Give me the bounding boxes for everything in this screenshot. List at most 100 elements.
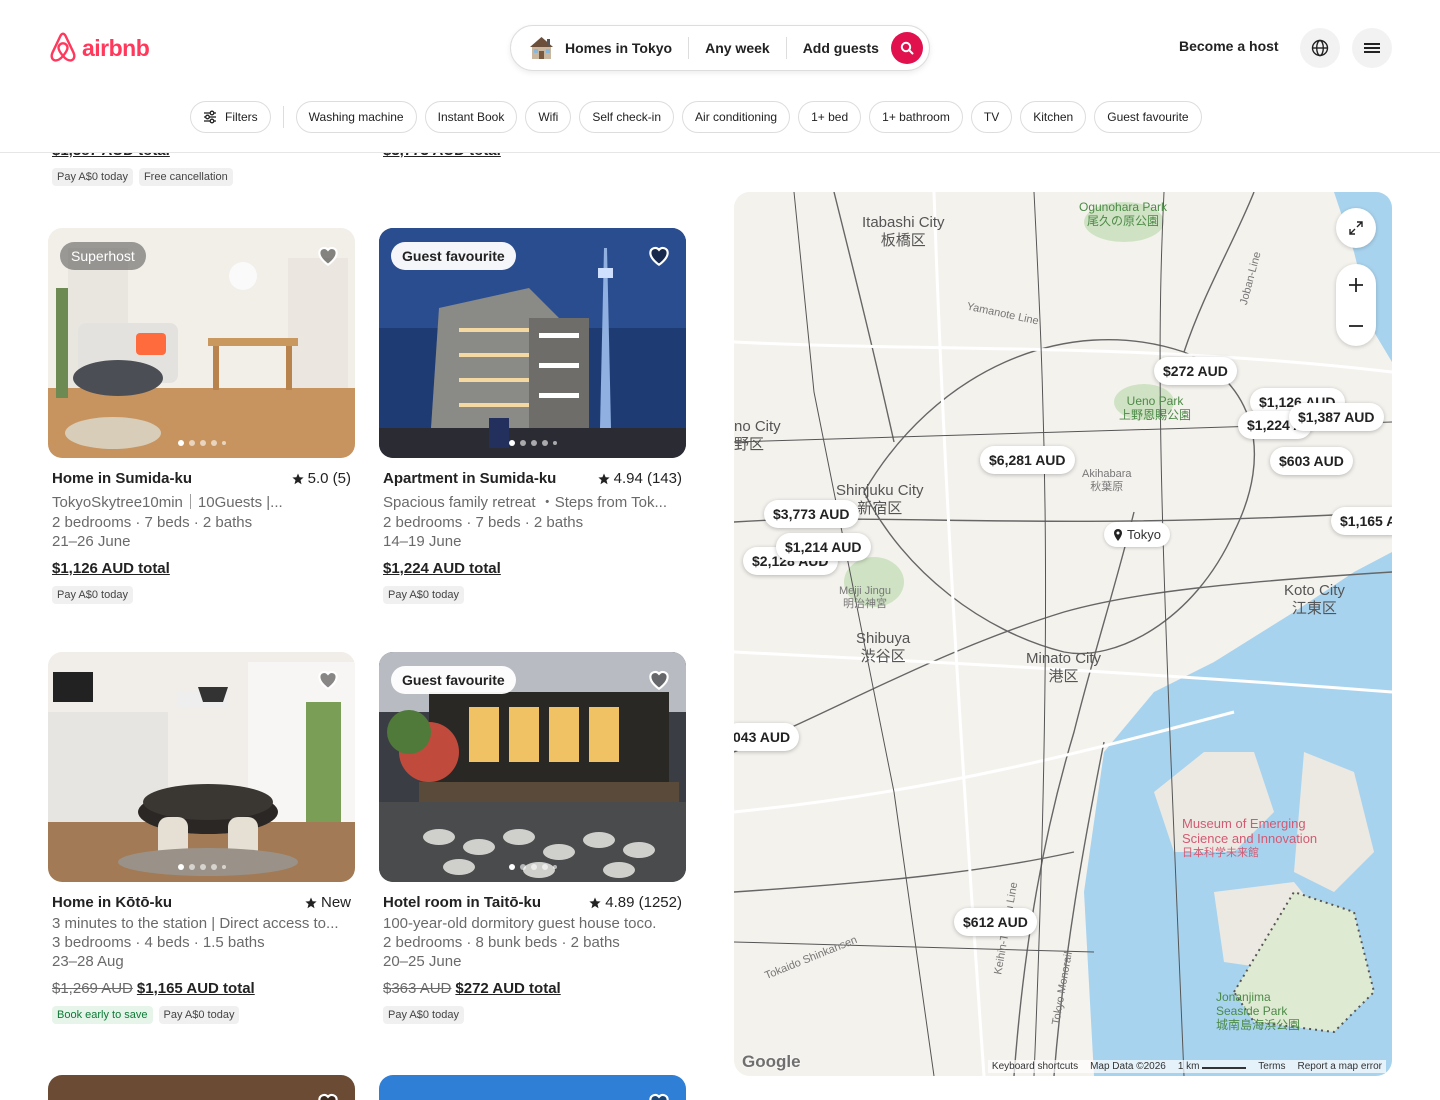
heart-icon[interactable]: [646, 1089, 672, 1100]
airbnb-logo[interactable]: airbnb: [48, 32, 150, 64]
fullscreen-button[interactable]: [1336, 208, 1376, 248]
expand-icon: [1349, 221, 1363, 235]
map-price-pin[interactable]: $3,773 AUD: [764, 500, 859, 528]
total-price[interactable]: $1,126 AUD total: [52, 560, 170, 577]
heart-icon[interactable]: [315, 1089, 341, 1100]
listing-rooms: 2 bedrooms · 8 bunk beds · 2 baths: [383, 934, 620, 951]
search-icon: [900, 41, 914, 55]
heart-icon[interactable]: [315, 242, 341, 268]
carousel-dots[interactable]: [508, 864, 557, 870]
tokyo-label: Tokyo: [1127, 527, 1161, 542]
filter-chip-tv[interactable]: TV: [970, 101, 1013, 133]
filter-chip-air-conditioning[interactable]: Air conditioning: [682, 101, 791, 133]
listing-photo[interactable]: Guest favourite: [379, 228, 686, 458]
map-label: Itabashi City 板橋区: [862, 214, 945, 249]
book-early-badge: Book early to save: [52, 1006, 153, 1024]
map[interactable]: Itabashi City 板橋区 Ogunohara Park 尾久の原公園 no…: [734, 192, 1392, 1076]
map-price-pin[interactable]: $1,214 AUD: [776, 533, 871, 561]
listing-dates: 20–25 June: [383, 953, 462, 970]
map-label: Museum of Emerging Science and Innovatio…: [1182, 816, 1318, 859]
heart-icon[interactable]: [315, 666, 341, 692]
carousel-dots[interactable]: [177, 864, 226, 870]
listing-photo[interactable]: Superhost: [48, 228, 355, 458]
map-label: Ueno Park 上野恩賜公園: [1119, 394, 1192, 422]
google-logo: Google: [742, 1052, 801, 1071]
listing-description: Spacious family retreat ・Steps from Tok.…: [383, 494, 667, 511]
filter-chip-washing-machine[interactable]: Washing machine: [295, 101, 417, 133]
language-button[interactable]: [1300, 28, 1340, 68]
heart-icon[interactable]: [646, 242, 672, 268]
total-price[interactable]: $1,224 AUD total: [383, 560, 501, 577]
search-bar[interactable]: Homes in Tokyo Any week Add guests: [510, 25, 930, 71]
map-price-pin[interactable]: 043 AUD: [734, 723, 800, 751]
zoom-in-button[interactable]: [1336, 264, 1376, 305]
listing-card[interactable]: Superhost Home in Sumida-ku 5.0 (5) Toky…: [48, 228, 355, 604]
map-footer: Keyboard shortcuts Map Data ©2026 1 km T…: [987, 1060, 1386, 1073]
star-icon: [305, 897, 317, 908]
filter-chip-bed[interactable]: 1+ bed: [798, 101, 862, 133]
map-price-pin[interactable]: $612 AUD: [954, 908, 1037, 936]
filter-chip-instant-book[interactable]: Instant Book: [424, 101, 518, 133]
carousel-dots[interactable]: [508, 440, 557, 446]
filter-chip-self-check-in[interactable]: Self check-in: [579, 101, 675, 133]
map-price-pin[interactable]: $272 AUD: [1154, 357, 1237, 385]
listing-price[interactable]: $363 AUD $272 AUD total: [383, 980, 682, 997]
rating-value: 5.0 (5): [307, 470, 351, 487]
listing-photo[interactable]: Guest favourite: [379, 652, 686, 882]
listing-price[interactable]: $1,126 AUD total: [52, 560, 351, 577]
guest-favourite-badge: Guest favourite: [391, 242, 516, 270]
become-host-link[interactable]: Become a host: [1179, 38, 1279, 54]
map-label: Koto City 江東区: [1284, 582, 1345, 617]
divider: [282, 106, 284, 128]
filter-chip-wifi[interactable]: Wifi: [525, 101, 572, 133]
listing-rooms: 3 bedrooms · 4 beds · 1.5 baths: [52, 934, 265, 951]
original-price: $1,269 AUD: [52, 980, 133, 997]
guest-favourite-badge: Guest favourite: [391, 666, 516, 694]
total-price[interactable]: $1,165 AUD total: [137, 980, 255, 997]
map-label: Meiji Jingu 明治神宮: [839, 585, 891, 610]
map-price-pin[interactable]: $1,165 A: [1331, 507, 1392, 535]
report-error-link[interactable]: Report a map error: [1298, 1061, 1382, 1072]
rating-value: 4.94 (143): [613, 470, 682, 487]
carousel-dots[interactable]: [177, 440, 226, 446]
pay-badge: Pay A$0 today: [52, 168, 133, 186]
filter-chip-kitchen[interactable]: Kitchen: [1020, 101, 1087, 133]
heart-icon[interactable]: [646, 666, 672, 692]
listing-dates: 14–19 June: [383, 533, 462, 550]
minus-icon: [1349, 324, 1363, 327]
plus-icon: [1349, 277, 1363, 292]
listing-photo[interactable]: [379, 1075, 686, 1100]
total-price[interactable]: $272 AUD total: [455, 980, 560, 997]
filter-chip-bathroom[interactable]: 1+ bathroom: [869, 101, 963, 133]
pay-badge: Pay A$0 today: [383, 1006, 464, 1024]
listing-dates: 21–26 June: [52, 533, 131, 550]
terms-link[interactable]: Terms: [1258, 1061, 1285, 1072]
listing-price[interactable]: $1,224 AUD total: [383, 560, 682, 577]
listing-rating: 5.0 (5): [292, 470, 351, 487]
listing-rating: 4.89 (1252): [589, 894, 682, 911]
listing-photo[interactable]: [48, 1075, 355, 1100]
sliders-icon: [204, 110, 216, 124]
search-guests[interactable]: Add guests: [803, 40, 879, 56]
tokyo-marker[interactable]: Tokyo: [1104, 522, 1170, 547]
search-button[interactable]: [891, 32, 923, 64]
map-price-pin[interactable]: $603 AUD: [1270, 447, 1353, 475]
listing-card[interactable]: Guest favourite Apartment in Sumida-ku 4…: [379, 228, 686, 604]
listing-title: Home in Sumida-ku: [52, 470, 193, 487]
listing-card[interactable]: Home in Kōtō-ku New 3 minutes to the sta…: [48, 652, 355, 1024]
search-location[interactable]: Homes in Tokyo: [565, 40, 672, 56]
star-icon: [598, 473, 610, 484]
search-dates[interactable]: Any week: [705, 40, 770, 56]
listing-badges: Pay A$0 today Free cancellation: [52, 167, 239, 186]
zoom-out-button[interactable]: [1336, 305, 1376, 346]
listing-price[interactable]: $1,269 AUD $1,165 AUD total: [52, 980, 351, 997]
listing-description: 3 minutes to the station | Direct access…: [52, 915, 339, 932]
listing-photo[interactable]: [48, 652, 355, 882]
filters-button[interactable]: Filters: [190, 101, 271, 133]
filter-chip-guest-favourite[interactable]: Guest favourite: [1094, 101, 1202, 133]
listing-card[interactable]: Guest favourite Hotel room in Taitō-ku 4…: [379, 652, 686, 1024]
main-menu-button[interactable]: [1352, 28, 1392, 68]
map-price-pin[interactable]: $6,281 AUD: [980, 446, 1075, 474]
keyboard-shortcuts-link[interactable]: Keyboard shortcuts: [992, 1061, 1078, 1072]
map-price-pin[interactable]: $1,387 AUD: [1289, 403, 1384, 431]
